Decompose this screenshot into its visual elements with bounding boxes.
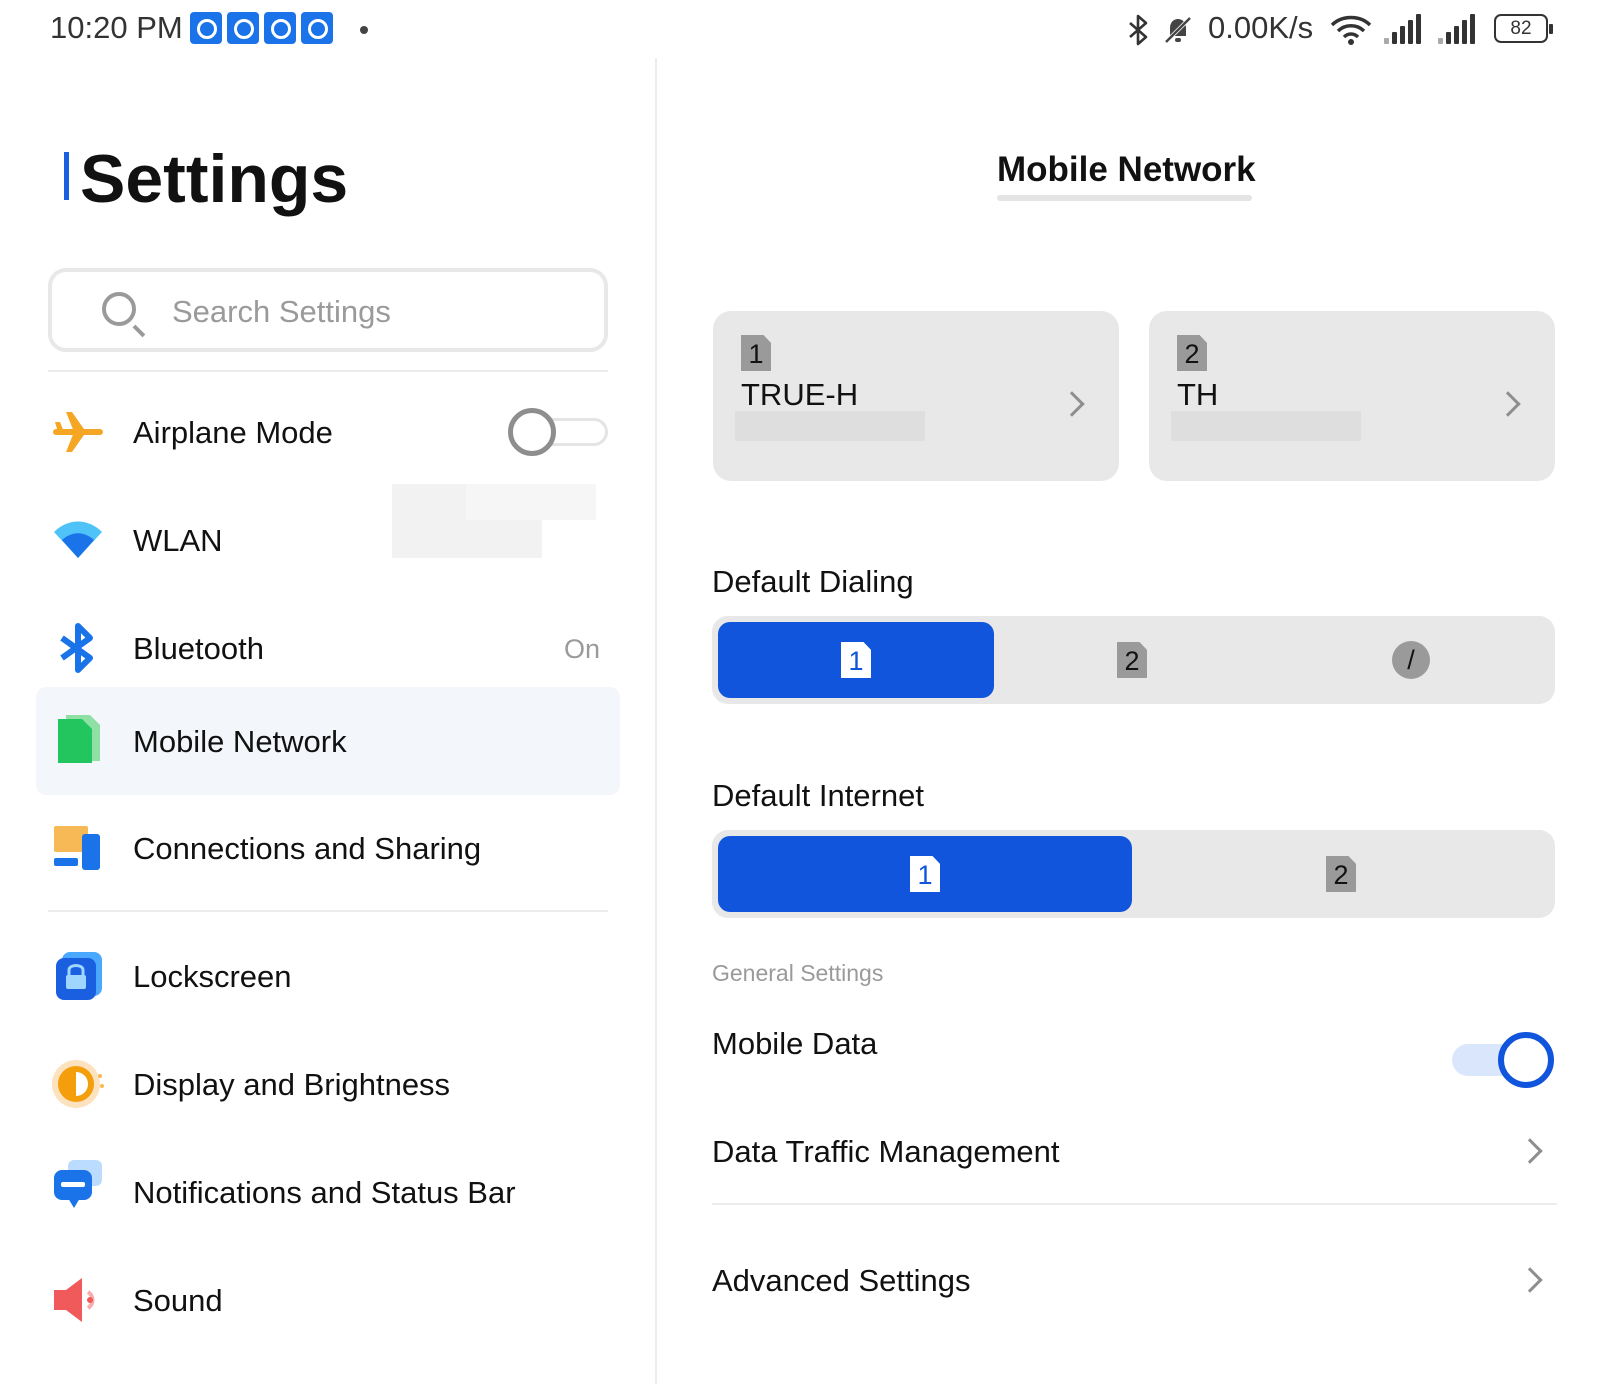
sidebar-item-display-and-brightness[interactable]: Display and Brightness (36, 1030, 620, 1138)
sidebar-item-bluetooth[interactable]: Bluetooth On (36, 594, 620, 702)
divider (48, 910, 608, 912)
sidebar-item-label: Notifications and Status Bar (133, 1175, 516, 1210)
advanced-settings-label: Advanced Settings (712, 1263, 971, 1298)
sidebar-item-mobile-network[interactable]: Mobile Network (36, 687, 620, 795)
search-placeholder: Search Settings (172, 294, 391, 329)
panel-title: Mobile Network (997, 150, 1256, 189)
sim-2-icon: 2 (1326, 856, 1356, 892)
chevron-right-icon (1059, 391, 1085, 417)
sim-1-icon: 1 (910, 856, 940, 892)
redacted-number (1171, 411, 1361, 441)
airplane-mode-toggle[interactable] (508, 408, 608, 456)
mobile-network-panel: Mobile Network 1 TRUE-H 2 TH Default Dia… (657, 60, 1600, 1384)
sim-slot-1-icon: 1 (741, 335, 771, 371)
sim-2-icon: 2 (1117, 642, 1147, 678)
chevron-right-icon (1495, 391, 1521, 417)
status-time: 10:20 PM (50, 10, 183, 45)
battery-icon: 82 (1494, 14, 1553, 43)
sim-card-icon (58, 715, 100, 763)
notification-badge-icon (190, 12, 222, 44)
notification-badge-icon (264, 12, 296, 44)
sidebar-item-lockscreen[interactable]: Lockscreen (36, 922, 620, 1030)
more-notifications-dot-icon (360, 26, 368, 34)
signal-sim1-icon (1384, 14, 1421, 44)
mute-icon (1164, 16, 1192, 44)
title-underline (997, 195, 1252, 201)
default-dialing-label: Default Dialing (712, 564, 914, 599)
page-title: Settings (80, 141, 349, 217)
airplane-icon (53, 412, 103, 452)
sim-1-icon: 1 (841, 642, 871, 678)
sidebar-item-label: Sound (133, 1283, 223, 1318)
redacted-number (735, 411, 925, 441)
default-internet-option-2[interactable]: 2 (1132, 836, 1550, 912)
sidebar-item-label: Lockscreen (133, 959, 292, 994)
brightness-icon (52, 1060, 104, 1108)
bluetooth-status-icon (1129, 14, 1148, 46)
sidebar-item-label: WLAN (133, 523, 223, 558)
settings-sidebar: Settings Search Settings Airplane Mode W… (0, 60, 656, 1384)
sim-slot-2-icon: 2 (1177, 335, 1207, 371)
sidebar-item-label: Airplane Mode (133, 415, 333, 450)
sim-card-1[interactable]: 1 TRUE-H (713, 311, 1119, 481)
general-settings-header: General Settings (712, 960, 884, 986)
sidebar-item-notifications-and-status-bar[interactable]: Notifications and Status Bar (36, 1138, 620, 1246)
default-internet-selector: 1 2 (712, 830, 1555, 918)
redacted-value (466, 484, 596, 520)
wifi-icon (54, 521, 102, 558)
sidebar-item-label: Connections and Sharing (133, 831, 482, 866)
sidebar-item-label: Mobile Network (133, 724, 347, 759)
default-dialing-option-ask[interactable]: / (1270, 622, 1550, 698)
bluetooth-icon (60, 623, 93, 673)
default-dialing-option-1[interactable]: 1 (718, 622, 994, 698)
sidebar-item-connections-and-sharing[interactable]: Connections and Sharing (36, 794, 620, 902)
divider (712, 1203, 1557, 1205)
connections-icon (54, 826, 100, 870)
search-input[interactable]: Search Settings (48, 268, 608, 352)
sidebar-item-airplane-mode[interactable]: Airplane Mode (36, 378, 620, 486)
notification-icon (54, 1160, 102, 1208)
signal-sim2-icon (1438, 14, 1475, 44)
mobile-data-toggle[interactable] (1452, 1030, 1556, 1088)
sidebar-item-sound[interactable]: Sound (36, 1246, 620, 1354)
data-traffic-management-label: Data Traffic Management (712, 1134, 1060, 1169)
divider (48, 370, 608, 372)
title-accent-bar (64, 152, 69, 200)
lock-icon (56, 952, 102, 1000)
sim-card-2[interactable]: 2 TH (1149, 311, 1555, 481)
sim-carrier-name: TRUE-H (741, 377, 859, 412)
sim-carrier-name: TH (1177, 377, 1219, 412)
default-internet-option-1[interactable]: 1 (718, 836, 1132, 912)
notification-badge-icon (301, 12, 333, 44)
bluetooth-status-value: On (563, 634, 600, 664)
ask-every-time-icon: / (1392, 641, 1430, 679)
sidebar-item-label: Display and Brightness (133, 1067, 451, 1102)
notification-badge-icon (227, 12, 259, 44)
default-dialing-option-2[interactable]: 2 (994, 622, 1270, 698)
network-speed: 0.00K/s (1208, 10, 1314, 45)
search-icon (102, 292, 136, 326)
sidebar-item-wlan[interactable]: WLAN (36, 484, 620, 594)
default-internet-label: Default Internet (712, 778, 924, 813)
mobile-data-label: Mobile Data (712, 1026, 878, 1061)
status-bar: 10:20 PM 0.00K/s 82 (0, 0, 1600, 60)
speaker-icon (54, 1278, 95, 1322)
default-dialing-selector: 1 2 / (712, 616, 1555, 704)
sidebar-item-label: Bluetooth (133, 631, 264, 666)
wifi-status-icon (1330, 15, 1372, 45)
